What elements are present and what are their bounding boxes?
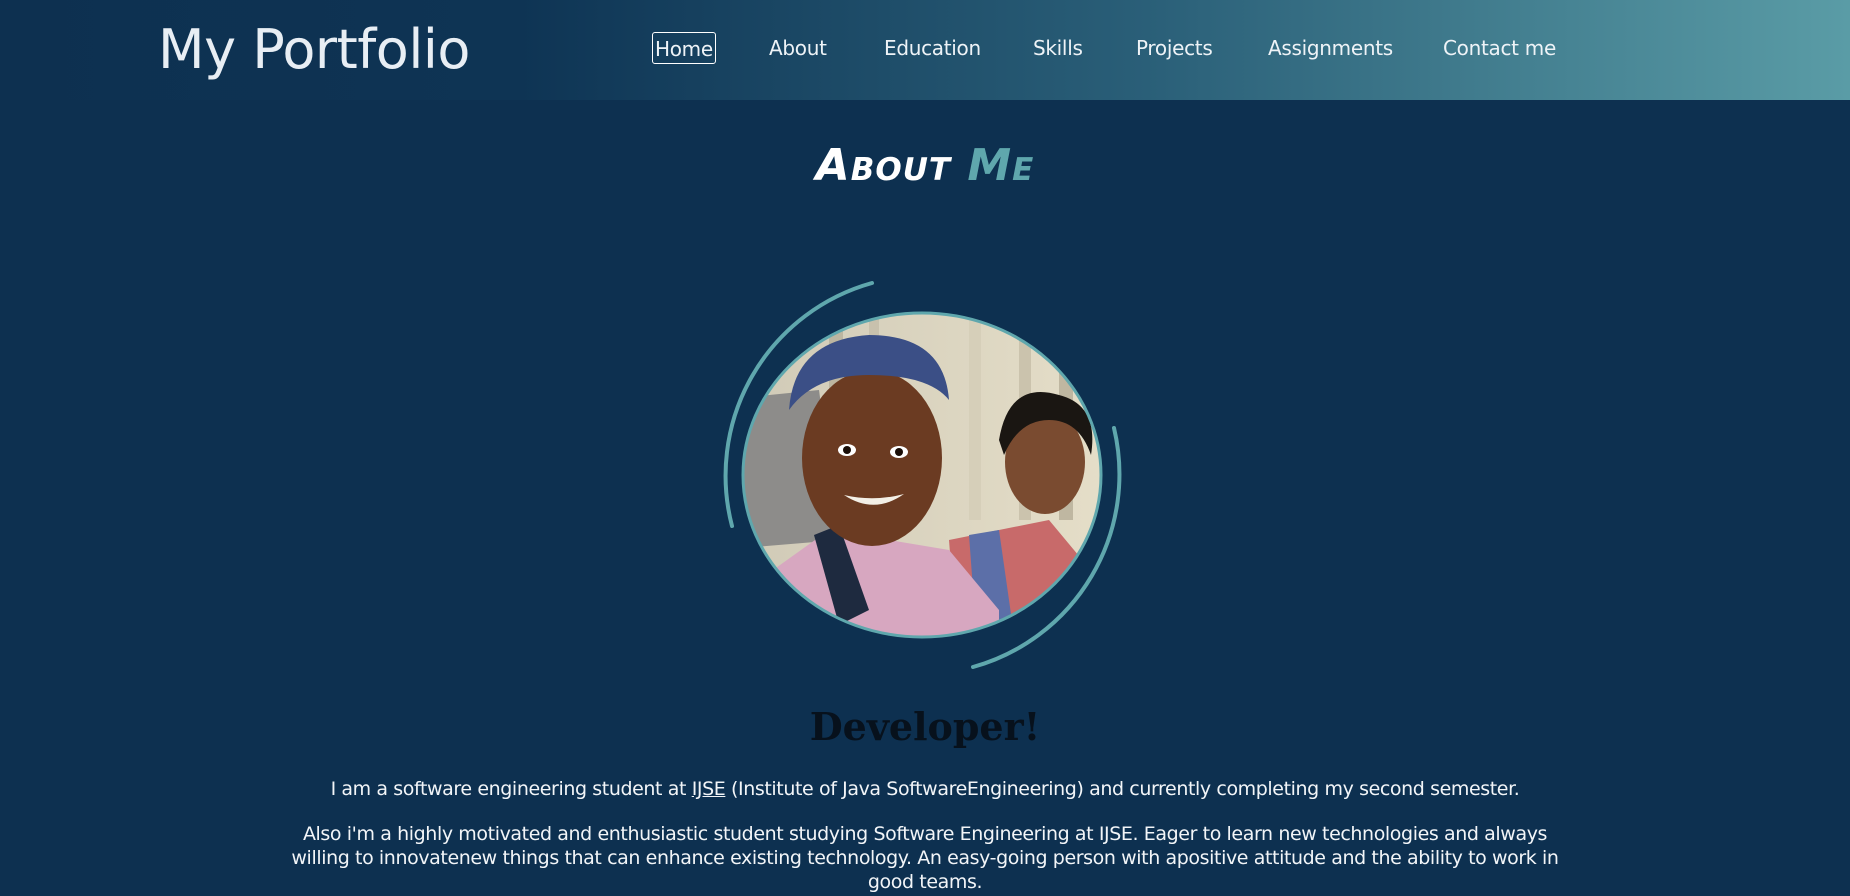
top-navbar: My Portfolio Home About Education Skills… [0,0,1850,100]
nav-skills[interactable]: Skills [1033,32,1083,64]
nav-home[interactable]: Home [652,32,716,64]
para1-text-after: (Institute of Java SoftwareEngineering) … [725,778,1520,800]
nav-about[interactable]: About [769,32,827,64]
role-heading: Developer! [809,704,1041,749]
section-title: About Me [0,136,1850,196]
nav-education[interactable]: Education [884,32,981,64]
profile-photo-frame [719,280,1125,670]
nav-contact-me[interactable]: Contact me [1443,32,1556,64]
nav-assignments[interactable]: Assignments [1268,32,1393,64]
profile-photo-graphic [723,281,1122,669]
title-word-about: About [815,140,952,191]
about-paragraph-1: I am a software engineering student at I… [0,776,1850,802]
nav-projects[interactable]: Projects [1136,32,1213,64]
about-paragraph-2: Also i'm a highly motivated and enthusia… [291,823,1559,893]
ijse-link[interactable]: IJSE [692,778,726,800]
title-word-me: Me [967,140,1035,191]
brand-logo[interactable]: My Portfolio [158,14,470,86]
para1-text-before: I am a software engineering student at [330,778,692,800]
